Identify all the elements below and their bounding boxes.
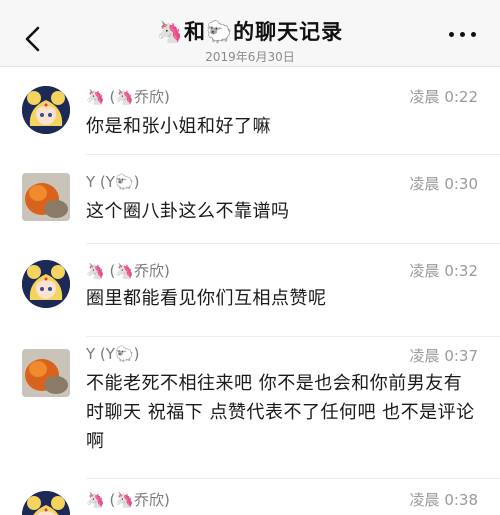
chat-message: 🦄 (🦄乔欣) 凌晨 0:32 圈里都能看见你们互相点赞呢 [0,244,500,337]
message-text: 不能老死不相往来吧 你不是也会和你前男友有时聊天 祝福下 点赞代表不了任何吧 也… [86,373,475,452]
message-text: 圈里都能看见你们互相点赞呢 [86,288,327,309]
message-sender: Y (Y🐑) [86,345,140,363]
message-time: 凌晨 0:32 [409,262,478,280]
message-sender: 🦄 (🦄乔欣) [86,262,170,280]
message-time: 凌晨 0:38 [409,491,478,509]
chat-message: Y (Y🐑) 凌晨 0:37 不能老死不相往来吧 你不是也会和你前男友有时聊天 … [0,337,500,479]
chat-date: 2019年6月30日 [205,50,295,64]
title-bar: 🦄和🐑的聊天记录 2019年6月30日 [0,0,500,67]
message-sender: Y (Y🐑) [86,173,140,191]
orange-photo-avatar[interactable] [22,173,70,221]
sailor-moon-avatar[interactable] [22,491,70,515]
message-time: 凌晨 0:30 [409,175,478,193]
message-sender: 🦄 (🦄乔欣) [86,88,170,106]
message-time: 凌晨 0:22 [409,88,478,106]
message-text: 你是和张小姐和好了嘛 [86,116,271,137]
sailor-moon-avatar[interactable] [22,86,70,134]
more-dots-icon[interactable] [449,32,476,37]
message-sender: 🦄 (🦄乔欣) [86,491,170,509]
page-title: 🦄和🐑的聊天记录 [156,20,344,44]
orange-photo-avatar[interactable] [22,349,70,397]
chat-message: 🦄 (🦄乔欣) 凌晨 0:38 [0,479,500,515]
chat-message: Y (Y🐑) 凌晨 0:30 这个圈八卦这么不靠谱吗 [0,155,500,244]
sailor-moon-avatar[interactable] [22,260,70,308]
message-text: 这个圈八卦这么不靠谱吗 [86,201,290,222]
chat-message: 🦄 (🦄乔欣) 凌晨 0:22 你是和张小姐和好了嘛 [0,66,500,155]
message-time: 凌晨 0:37 [409,347,478,365]
